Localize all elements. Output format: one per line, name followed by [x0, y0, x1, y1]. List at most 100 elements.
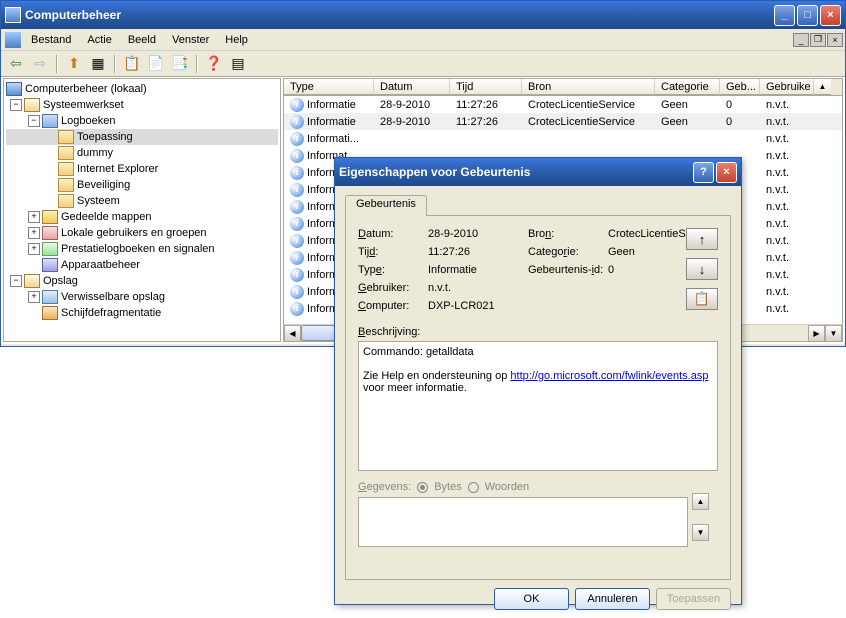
up-button[interactable]: ⬆: [63, 53, 85, 75]
data-scroll-down[interactable]: ▼: [692, 524, 709, 541]
window-title: Computerbeheer: [25, 8, 121, 22]
data-scroll-up[interactable]: ▲: [692, 493, 709, 510]
scroll-right-button[interactable]: ▶: [808, 325, 825, 342]
col-type[interactable]: Type: [284, 79, 374, 95]
label-description: Beschrijving:: [358, 326, 718, 338]
tree-panel[interactable]: Computerbeheer (lokaal) − Systeemwerkset…: [3, 78, 281, 342]
info-icon: i: [290, 251, 304, 265]
tree-systeemwerkset[interactable]: − Systeemwerkset: [6, 97, 278, 113]
app-icon: [5, 7, 21, 23]
titlebar[interactable]: Computerbeheer _ □ ×: [1, 1, 845, 29]
col-source[interactable]: Bron: [522, 79, 655, 95]
menu-actie[interactable]: Actie: [79, 32, 119, 48]
performance-icon: [42, 242, 58, 256]
info-icon: i: [290, 217, 304, 231]
tab-gebeurtenis[interactable]: Gebeurtenis: [345, 195, 427, 216]
expand-icon[interactable]: +: [28, 227, 40, 239]
label-type: Type:: [358, 264, 428, 276]
expand-icon[interactable]: +: [28, 291, 40, 303]
help-button[interactable]: ❓: [203, 53, 225, 75]
tree-apparaatbeheer[interactable]: Apparaatbeheer: [6, 257, 278, 273]
tree-opslag[interactable]: − Opslag: [6, 273, 278, 289]
table-row[interactable]: iInformati...n.v.t.: [284, 130, 842, 147]
col-evt[interactable]: Geb...: [720, 79, 760, 95]
mdi-close-button[interactable]: ×: [827, 33, 843, 47]
minimize-button[interactable]: _: [774, 5, 795, 26]
description-box[interactable]: Commando: getalldata Zie Help en onderst…: [358, 341, 718, 471]
forward-button[interactable]: ⇨: [29, 53, 51, 75]
col-cat[interactable]: Categorie: [655, 79, 720, 95]
expand-icon[interactable]: +: [28, 211, 40, 223]
removable-icon: [42, 290, 58, 304]
collapse-icon[interactable]: −: [28, 115, 40, 127]
close-button[interactable]: ×: [820, 5, 841, 26]
options-button[interactable]: ▤: [227, 53, 249, 75]
table-row[interactable]: iInformatie28-9-201011:27:26CrotecLicent…: [284, 113, 842, 130]
show-hide-button[interactable]: ▦: [87, 53, 109, 75]
scroll-up-button[interactable]: ▲: [814, 79, 831, 95]
scroll-down-button[interactable]: ▼: [825, 325, 842, 342]
toolset-icon: [24, 98, 40, 112]
mdi-restore-button[interactable]: ❐: [810, 33, 826, 47]
col-date[interactable]: Datum: [374, 79, 450, 95]
tree-gedeelde-mappen[interactable]: + Gedeelde mappen: [6, 209, 278, 225]
refresh-button[interactable]: 📄: [145, 53, 167, 75]
menu-beeld[interactable]: Beeld: [120, 32, 164, 48]
info-icon: i: [290, 98, 304, 112]
tree-log-toepassing[interactable]: Toepassing: [6, 129, 278, 145]
tree-log-systeem[interactable]: Systeem: [6, 193, 278, 209]
collapse-icon[interactable]: −: [10, 275, 22, 287]
tree-schijfdefragmentatie[interactable]: Schijfdefragmentatie: [6, 305, 278, 321]
info-icon: i: [290, 200, 304, 214]
tree-logboeken[interactable]: − Logboeken: [6, 113, 278, 129]
log-icon: [58, 194, 74, 208]
value-type: Informatie: [428, 264, 528, 276]
info-icon: i: [290, 234, 304, 248]
desc-link[interactable]: http://go.microsoft.com/fwlink/events.as…: [510, 370, 708, 382]
properties-dialog: Eigenschappen voor Gebeurtenis ? × Gebeu…: [334, 157, 742, 605]
collapse-icon[interactable]: −: [10, 99, 22, 111]
col-user[interactable]: Gebruike: [760, 79, 814, 95]
radio-bytes: [417, 482, 428, 493]
dialog-close-button[interactable]: ×: [716, 162, 737, 183]
menubar-icon: [5, 32, 21, 48]
tree-log-dummy[interactable]: dummy: [6, 145, 278, 161]
info-icon: i: [290, 132, 304, 146]
export-button[interactable]: 📑: [169, 53, 191, 75]
mdi-minimize-button[interactable]: _: [793, 33, 809, 47]
col-time[interactable]: Tijd: [450, 79, 522, 95]
value-user: n.v.t.: [428, 282, 728, 294]
expand-icon[interactable]: +: [28, 243, 40, 255]
data-box[interactable]: [358, 497, 688, 547]
tree-log-ie[interactable]: Internet Explorer: [6, 161, 278, 177]
users-icon: [42, 226, 58, 240]
tree-verwisselbare-opslag[interactable]: + Verwisselbare opslag: [6, 289, 278, 305]
value-computer: DXP-LCR021: [428, 300, 728, 312]
back-button[interactable]: ⇦: [5, 53, 27, 75]
properties-button[interactable]: 📋: [121, 53, 143, 75]
menu-help[interactable]: Help: [217, 32, 256, 48]
label-data: Gegevens:: [358, 481, 411, 493]
tree-lokale-gebruikers[interactable]: + Lokale gebruikers en groepen: [6, 225, 278, 241]
prev-event-button[interactable]: ↑: [686, 228, 718, 250]
tree-log-beveiliging[interactable]: Beveiliging: [6, 177, 278, 193]
table-row[interactable]: iInformatie28-9-201011:27:26CrotecLicent…: [284, 96, 842, 113]
tree-root[interactable]: Computerbeheer (lokaal): [6, 81, 278, 97]
maximize-button[interactable]: □: [797, 5, 818, 26]
list-header: Type Datum Tijd Bron Categorie Geb... Ge…: [284, 79, 842, 96]
scroll-left-button[interactable]: ◀: [284, 325, 301, 342]
dialog-help-button[interactable]: ?: [693, 162, 714, 183]
copy-button[interactable]: 📋: [686, 288, 718, 310]
tree-prestatielogboeken[interactable]: + Prestatielogboeken en signalen: [6, 241, 278, 257]
label-date: Datum:: [358, 228, 428, 240]
info-icon: i: [290, 166, 304, 180]
value-time: 11:27:26: [428, 246, 528, 258]
value-date: 28-9-2010: [428, 228, 528, 240]
menu-bestand[interactable]: Bestand: [23, 32, 79, 48]
label-bytes: Bytes: [434, 481, 462, 493]
next-event-button[interactable]: ↓: [686, 258, 718, 280]
menu-venster[interactable]: Venster: [164, 32, 217, 48]
radio-words: [468, 482, 479, 493]
dialog-titlebar[interactable]: Eigenschappen voor Gebeurtenis ? ×: [335, 158, 741, 186]
computer-icon: [6, 82, 22, 96]
